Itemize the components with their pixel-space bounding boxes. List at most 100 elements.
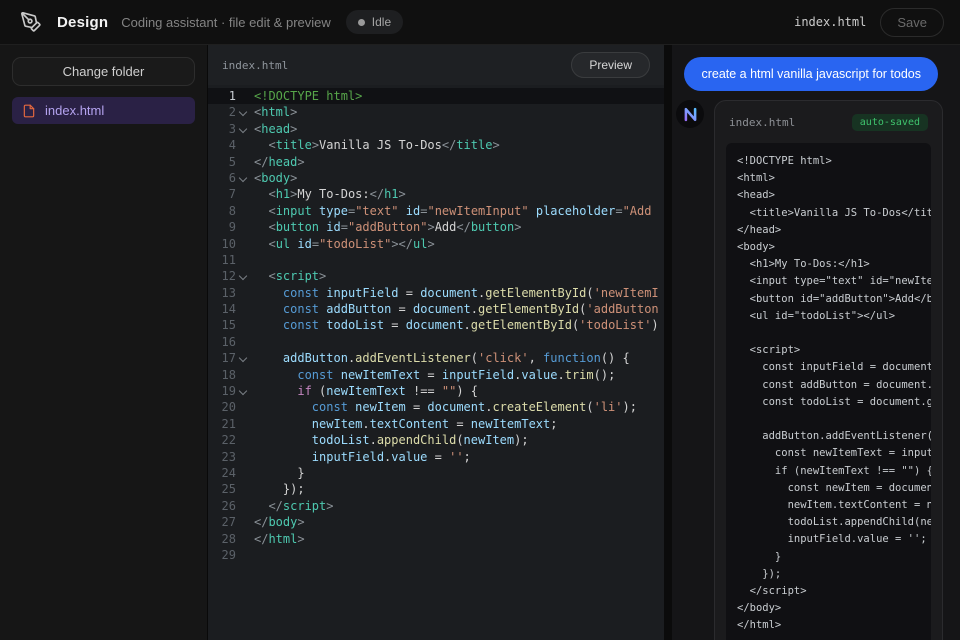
code-line-text: } [251,465,664,481]
fold-chevron-icon[interactable] [236,121,251,137]
code-line-text: </body> [251,514,664,530]
app-title: Design [57,14,108,31]
file-result-card: index.html auto-saved <!DOCTYPE html> <h… [714,100,943,640]
code-line[interactable]: 13 const inputField = document.getElemen… [208,285,664,301]
code-line[interactable]: 28 </html> [208,531,664,547]
editor-header: index.html Preview [208,45,664,85]
gradient-n-logo-icon [682,106,699,123]
fold-gutter [236,137,251,153]
fold-gutter [236,416,251,432]
code-line[interactable]: 22 todoList.appendChild(newItem); [208,432,664,448]
fold-chevron-icon[interactable] [236,383,251,399]
code-line[interactable]: 6<body> [208,170,664,186]
code-line-text: }); [251,481,664,497]
code-line[interactable]: 10 <ul id="todoList"></ul> [208,236,664,252]
status-dot-icon [358,19,365,26]
code-line[interactable]: 18 const newItemText = inputField.value.… [208,367,664,383]
code-line[interactable]: 4 <title>Vanilla JS To-Dos</title> [208,137,664,153]
code-line-text: newItem.textContent = newItemText; [251,416,664,432]
code-line[interactable]: 11 [208,252,664,268]
app-window: Design Coding assistant · file edit & pr… [0,0,960,640]
line-number: 26 [208,498,236,514]
fold-gutter [236,367,251,383]
code-line[interactable]: 9 <button id="addButton">Add</button> [208,219,664,235]
code-line-text [251,334,664,350]
sidebar-file-index-html[interactable]: index.html [12,97,195,124]
code-line[interactable]: 25 }); [208,481,664,497]
fold-gutter [236,481,251,497]
card-header: index.html auto-saved [715,101,942,141]
editor-tab-filename: index.html [222,59,288,72]
code-line-text: const inputField = document.getElementBy… [251,285,664,301]
code-line[interactable]: 24 } [208,465,664,481]
panel-resizer-handle[interactable] [664,45,672,640]
code-line-text: const todoList = document.getElementById… [251,317,664,333]
fold-gutter [236,334,251,350]
user-message-bubble: create a html vanilla javascript for tod… [684,57,938,91]
code-line-text: const newItemText = inputField.value.tri… [251,367,664,383]
line-number: 8 [208,203,236,219]
fold-gutter [236,514,251,530]
fold-chevron-icon[interactable] [236,350,251,366]
code-line-text: </html> [251,531,664,547]
card-code-block[interactable]: <!DOCTYPE html> <html> <head> <title>Van… [726,143,931,640]
fold-gutter [236,203,251,219]
code-line[interactable]: 3<head> [208,121,664,137]
code-line[interactable]: 23 inputField.value = ''; [208,449,664,465]
status-label: Idle [372,15,391,29]
line-number: 11 [208,252,236,268]
code-line[interactable]: 14 const addButton = document.getElement… [208,301,664,317]
fold-gutter [236,531,251,547]
topbar-filename: index.html [794,15,866,29]
line-number: 19 [208,383,236,399]
file-sidebar: Change folder index.html [0,45,208,640]
line-number: 28 [208,531,236,547]
code-line[interactable]: 19 if (newItemText !== "") { [208,383,664,399]
code-line-text: addButton.addEventListener('click', func… [251,350,664,366]
fold-gutter [236,498,251,514]
fold-gutter [236,236,251,252]
code-line[interactable]: 15 const todoList = document.getElementB… [208,317,664,333]
code-line[interactable]: 7 <h1>My To-Dos:</h1> [208,186,664,202]
fold-chevron-icon[interactable] [236,104,251,120]
line-number: 16 [208,334,236,350]
line-number: 17 [208,350,236,366]
line-number: 24 [208,465,236,481]
fold-gutter [236,154,251,170]
code-line[interactable]: 2<html> [208,104,664,120]
code-line[interactable]: 21 newItem.textContent = newItemText; [208,416,664,432]
top-bar: Design Coding assistant · file edit & pr… [0,0,960,45]
fold-chevron-icon[interactable] [236,170,251,186]
save-button[interactable]: Save [880,8,944,37]
line-number: 23 [208,449,236,465]
line-number: 2 [208,104,236,120]
fold-gutter [236,219,251,235]
code-line[interactable]: 20 const newItem = document.createElemen… [208,399,664,415]
preview-button[interactable]: Preview [571,52,650,78]
line-number: 4 [208,137,236,153]
code-line[interactable]: 17 addButton.addEventListener('click', f… [208,350,664,366]
code-editor[interactable]: 1<!DOCTYPE html>2<html>3<head>4 <title>V… [208,85,664,640]
app-subtitle: Coding assistant · file edit & preview [121,15,331,30]
code-line[interactable]: 12 <script> [208,268,664,284]
fold-chevron-icon[interactable] [236,268,251,284]
code-line[interactable]: 26 </script> [208,498,664,514]
line-number: 18 [208,367,236,383]
line-number: 7 [208,186,236,202]
pen-tool-logo-icon [20,10,44,34]
file-icon [22,104,36,118]
code-line[interactable]: 5</head> [208,154,664,170]
code-line[interactable]: 16 [208,334,664,350]
code-line-text: </script> [251,498,664,514]
code-line-text: <body> [251,170,664,186]
code-line[interactable]: 27 </body> [208,514,664,530]
code-line[interactable]: 29 [208,547,664,563]
assistant-avatar [676,100,704,128]
change-folder-button[interactable]: Change folder [12,57,195,86]
code-line[interactable]: 1<!DOCTYPE html> [208,88,664,104]
code-line[interactable]: 8 <input type="text" id="newItemInput" p… [208,203,664,219]
card-filename: index.html [729,116,795,129]
line-number: 27 [208,514,236,530]
code-line-text [251,252,664,268]
line-number: 21 [208,416,236,432]
